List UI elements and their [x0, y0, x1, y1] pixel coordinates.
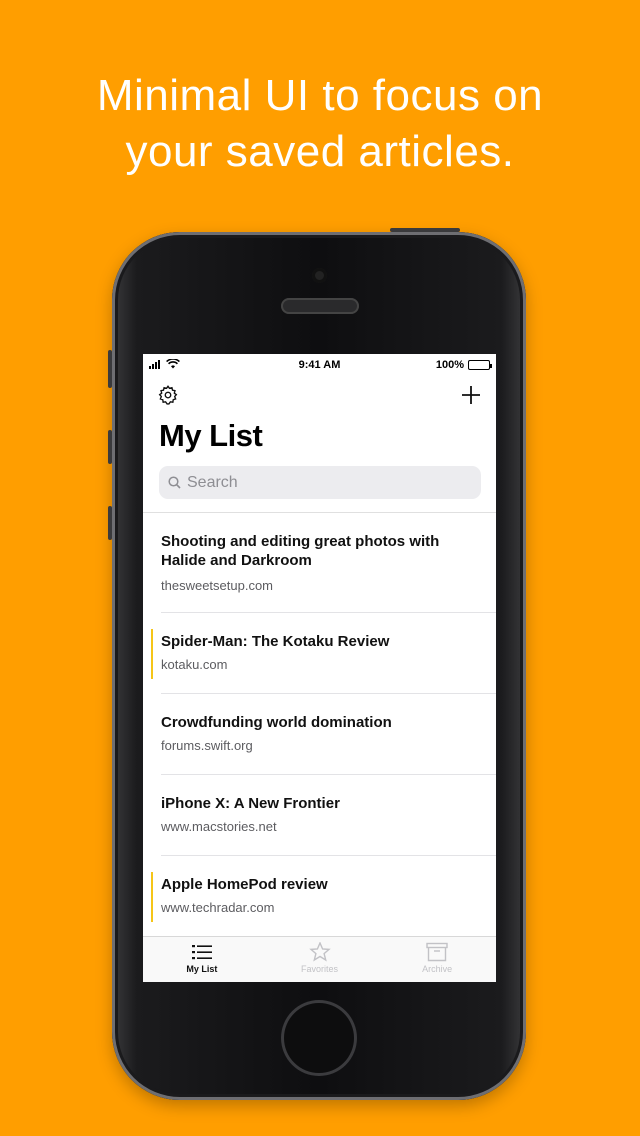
- search-input[interactable]: [187, 473, 457, 492]
- add-article-button[interactable]: [460, 384, 484, 408]
- article-source: www.techradar.com: [161, 900, 275, 915]
- highlight-marker: [151, 629, 153, 679]
- search-bar[interactable]: [159, 466, 481, 499]
- tab-favorites[interactable]: Favorites: [261, 937, 379, 982]
- volume-up-button: [108, 430, 112, 464]
- article-title: Shooting and editing great photos with H…: [161, 533, 440, 569]
- list-icon: [191, 945, 212, 960]
- app-screen: 9:41 AM 100% My List Search Shooting and…: [143, 354, 496, 982]
- earpiece-speaker: [281, 298, 359, 314]
- article-row[interactable]: Shooting and editing great photos with H…: [143, 513, 496, 613]
- battery-icon: [468, 360, 492, 370]
- volume-down-button: [108, 506, 112, 540]
- gear-icon: [158, 385, 178, 405]
- article-title: Apple HomePod review: [161, 876, 328, 893]
- plus-icon: [462, 386, 480, 404]
- tab-archive[interactable]: Archive: [378, 937, 496, 982]
- archive-box-icon: [426, 942, 448, 962]
- star-icon: [308, 942, 331, 962]
- article-title: Spider-Man: The Kotaku Review: [161, 633, 390, 650]
- search-icon: [168, 476, 181, 489]
- tab-bar: My List Favorites Archive: [143, 936, 496, 982]
- tab-label: Archive: [422, 964, 453, 974]
- article-title: Crowdfunding world domination: [161, 714, 392, 731]
- front-camera: [312, 268, 327, 283]
- article-list: Shooting and editing great photos with H…: [143, 512, 496, 937]
- article-row[interactable]: Crowdfunding world domination forums.swi…: [143, 694, 496, 775]
- article-row[interactable]: Apple HomePod review www.techradar.com: [143, 856, 496, 937]
- article-source: forums.swift.org: [161, 738, 253, 753]
- settings-button[interactable]: [157, 384, 181, 408]
- headline-line-1: Minimal UI to focus on: [96, 71, 544, 120]
- tab-label: My List: [186, 964, 218, 974]
- tab-label: Favorites: [301, 964, 339, 974]
- page-title: My List: [159, 418, 263, 453]
- promo-headline: Minimal UI to focus on your saved articl…: [0, 68, 640, 180]
- article-source: thesweetsetup.com: [161, 578, 274, 593]
- power-button: [390, 228, 460, 232]
- status-bar: 9:41 AM 100%: [143, 354, 496, 376]
- article-source: www.macstories.net: [161, 819, 277, 834]
- mute-switch: [108, 350, 112, 388]
- tab-my-list[interactable]: My List: [143, 937, 261, 982]
- phone-frame: 9:41 AM 100% My List Search Shooting and…: [108, 228, 526, 1100]
- headline-line-2: your saved articles.: [125, 127, 515, 176]
- article-title: iPhone X: A New Frontier: [161, 795, 340, 812]
- article-row[interactable]: Spider-Man: The Kotaku Review kotaku.com: [143, 613, 496, 694]
- article-row[interactable]: iPhone X: A New Frontier www.macstories.…: [143, 775, 496, 856]
- article-source: kotaku.com: [161, 657, 228, 672]
- battery-percent: 100%: [435, 359, 464, 371]
- home-button[interactable]: [281, 1000, 357, 1076]
- highlight-marker: [151, 872, 153, 922]
- battery-indicator: 100%: [435, 359, 492, 371]
